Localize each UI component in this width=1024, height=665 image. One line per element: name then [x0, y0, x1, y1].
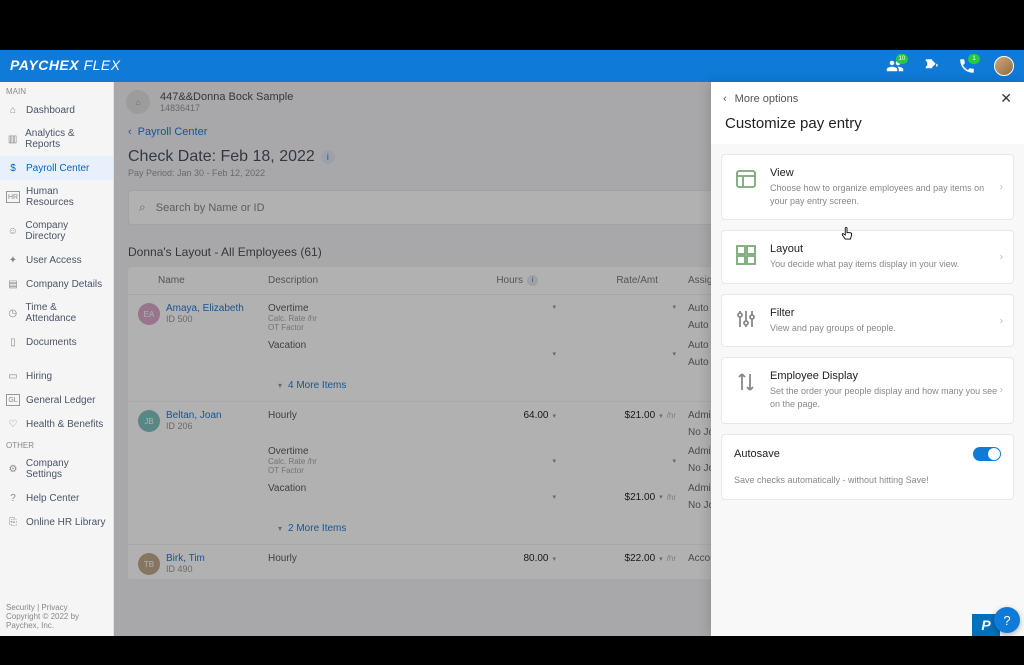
option-desc: You decide what pay items display in you… [770, 258, 1001, 271]
chevron-right-icon: › [1000, 182, 1003, 193]
nav-dashboard[interactable]: ⌂Dashboard [0, 98, 113, 122]
brand-logo: PAYCHEX FLEX [10, 57, 121, 75]
nav-gl[interactable]: GLGeneral Ledger [0, 388, 113, 412]
building-icon: ▤ [6, 278, 20, 290]
dollar-icon: $ [6, 162, 20, 174]
option-view[interactable]: View Choose how to organize employees and… [721, 154, 1014, 220]
layout-icon [734, 243, 758, 267]
chevron-right-icon: › [1000, 385, 1003, 396]
close-icon[interactable]: ✕ [1000, 90, 1012, 107]
nav-health[interactable]: ♡Health & Benefits [0, 412, 113, 436]
nav-settings[interactable]: ⚙Company Settings [0, 452, 113, 486]
nav-hiring[interactable]: ▭Hiring [0, 364, 113, 388]
heart-icon: ♡ [6, 418, 20, 430]
option-desc: Set the order your people display and ho… [770, 385, 1001, 410]
nav-directory[interactable]: ☺Company Directory [0, 214, 113, 248]
footer-copyright: Copyright © 2022 by Paychex, Inc. [6, 612, 107, 630]
nav-help[interactable]: ?Help Center [0, 486, 113, 510]
option-title: Employee Display [770, 370, 1001, 382]
option-empdisplay[interactable]: Employee Display Set the order your peopl… [721, 357, 1014, 423]
filter-icon [734, 307, 758, 331]
chevron-right-icon: › [1000, 315, 1003, 326]
chevron-left-icon[interactable]: ‹ [723, 93, 727, 105]
key-icon: ✦ [6, 254, 20, 266]
option-title: Layout [770, 243, 1001, 255]
user-avatar[interactable] [994, 56, 1014, 76]
link-icon: ⎘ [6, 516, 20, 528]
nav-company-details[interactable]: ▤Company Details [0, 272, 113, 296]
option-desc: View and pay groups of people. [770, 322, 1001, 335]
panel-title: Customize pay entry [711, 111, 1024, 144]
footer-links[interactable]: Security | Privacy [6, 603, 107, 612]
autosave-card: Autosave Save checks automatically - with… [721, 434, 1014, 500]
autosave-desc: Save checks automatically - without hitt… [734, 475, 1001, 485]
view-icon [734, 167, 758, 191]
gl-icon: GL [6, 394, 20, 406]
sidebar: MAIN ⌂Dashboard ▥Analytics & Reports $Pa… [0, 82, 114, 636]
clock-icon: ◷ [6, 307, 20, 319]
option-desc: Choose how to organize employees and pay… [770, 182, 1001, 207]
option-title: Filter [770, 307, 1001, 319]
briefcase-icon: ▭ [6, 370, 20, 382]
nav-time[interactable]: ◷Time & Attendance [0, 296, 113, 330]
nav-analytics[interactable]: ▥Analytics & Reports [0, 122, 113, 156]
option-filter[interactable]: Filter View and pay groups of people.› [721, 294, 1014, 348]
people-icon[interactable]: 10 [886, 57, 904, 75]
empdisplay-icon [734, 370, 758, 394]
help-fab[interactable]: ? [994, 607, 1020, 633]
nav-payroll-center[interactable]: $Payroll Center [0, 156, 113, 180]
nav-user-access[interactable]: ✦User Access [0, 248, 113, 272]
gear-icon: ⚙ [6, 463, 20, 475]
customize-pay-entry-panel: ‹ More options ✕ Customize pay entry Vie… [711, 82, 1024, 636]
nav-documents[interactable]: ▯Documents [0, 330, 113, 354]
chevron-right-icon: › [1000, 251, 1003, 262]
doc-icon: ▯ [6, 336, 20, 348]
hr-icon: HR [6, 191, 20, 203]
help-icon: ? [6, 492, 20, 504]
nav-section-main: MAIN [0, 82, 113, 98]
autosave-label: Autosave [734, 448, 780, 460]
nav-hr-library[interactable]: ⎘Online HR Library [0, 510, 113, 534]
people-icon: ☺ [6, 225, 19, 237]
chart-icon: ▥ [6, 133, 19, 145]
app-header: PAYCHEX FLEX 10 1 [0, 50, 1024, 82]
option-layout[interactable]: Layout You decide what pay items display … [721, 230, 1014, 284]
option-title: View [770, 167, 1001, 179]
phone-icon[interactable]: 1 [958, 57, 976, 75]
panel-back-link[interactable]: More options [735, 93, 799, 105]
autosave-toggle[interactable] [973, 447, 1001, 461]
nav-section-other: OTHER [0, 436, 113, 452]
megaphone-icon[interactable] [922, 57, 940, 75]
home-icon: ⌂ [6, 104, 20, 116]
nav-hr[interactable]: HRHuman Resources [0, 180, 113, 214]
